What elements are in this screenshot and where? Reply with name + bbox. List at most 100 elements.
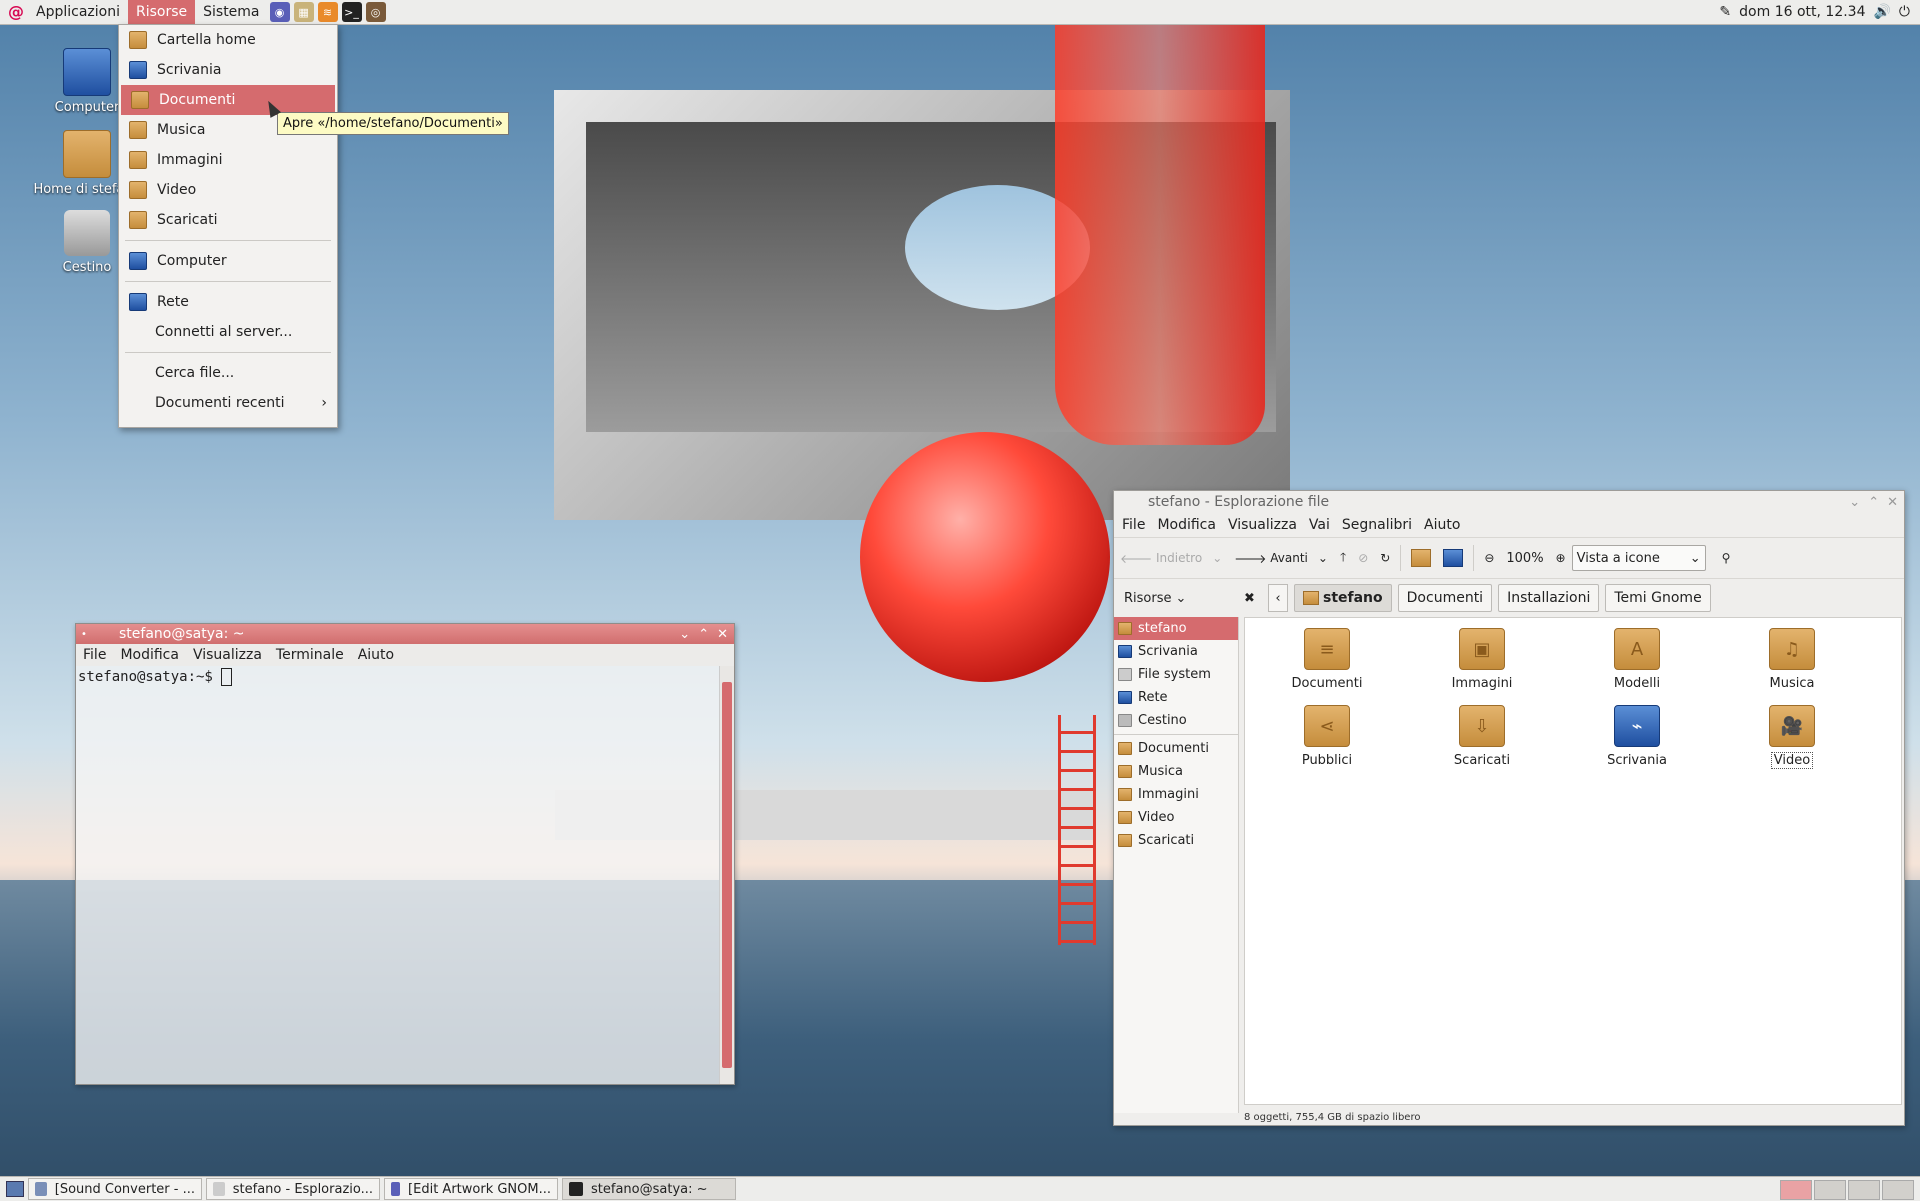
sidebar-item-scrivania[interactable]: Scrivania xyxy=(1114,640,1238,663)
file-item-label: Scaricati xyxy=(1453,753,1511,768)
menu-terminale[interactable]: Terminale xyxy=(269,647,351,663)
launcher-calendar-icon[interactable]: ▦ xyxy=(293,2,314,22)
file-item-immagini[interactable]: ▣ Immagini xyxy=(1427,628,1537,691)
file-icon-view[interactable]: ≡ Documenti ▣ Immagini A Modelli ♫ Musica ⋖ P… xyxy=(1244,617,1902,1105)
stop-button[interactable]: ⊘ xyxy=(1352,544,1374,572)
menu-segnalibri[interactable]: Segnalibri xyxy=(1336,517,1418,533)
terminal-titlebar[interactable]: • stefano@satya: ~ ⌄ ⌃ ✕ xyxy=(76,624,734,644)
sidebar-item-cestino[interactable]: Cestino xyxy=(1114,709,1238,732)
file-item-scaricati[interactable]: ⇩ Scaricati xyxy=(1427,705,1537,768)
forward-button[interactable]: 🡒 Avanti ⌄ xyxy=(1228,544,1334,572)
launcher-terminal-icon[interactable]: >_ xyxy=(341,2,362,22)
breadcrumb-temi-gnome[interactable]: Temi Gnome xyxy=(1605,584,1711,612)
menu-modifica[interactable]: Modifica xyxy=(1151,517,1222,533)
menu-visualizza[interactable]: Visualizza xyxy=(186,647,269,663)
network-icon[interactable]: ✎ xyxy=(1719,4,1731,20)
menu-item-video[interactable]: Video xyxy=(119,175,337,205)
sidebar-item-musica[interactable]: Musica xyxy=(1114,760,1238,783)
menu-vai[interactable]: Vai xyxy=(1303,517,1336,533)
workspace-1[interactable] xyxy=(1780,1180,1812,1200)
menu-item-computer[interactable]: Computer xyxy=(119,246,337,276)
file-manager-titlebar[interactable]: stefano - Esplorazione file ⌄ ⌃ ✕ xyxy=(1114,491,1904,513)
show-desktop-icon[interactable] xyxy=(6,1181,24,1197)
launcher-screenshot-icon[interactable]: ◎ xyxy=(365,2,386,22)
sidebar-item-stefano[interactable]: stefano xyxy=(1114,617,1238,640)
menu-item-documenti-recenti[interactable]: Documenti recenti › xyxy=(119,388,337,418)
launcher-browser-icon[interactable]: ◉ xyxy=(269,2,290,22)
sidebar-item-immagini[interactable]: Immagini xyxy=(1114,783,1238,806)
up-button[interactable]: 🡑 xyxy=(1334,544,1352,572)
workspace-4[interactable] xyxy=(1882,1180,1914,1200)
maximize-button[interactable]: ⌃ xyxy=(698,627,709,642)
file-item-pubblici[interactable]: ⋖ Pubblici xyxy=(1272,705,1382,768)
minimize-button[interactable]: ⌄ xyxy=(679,627,690,642)
sidebar-item-video[interactable]: Video xyxy=(1114,806,1238,829)
workspace-3[interactable] xyxy=(1848,1180,1880,1200)
window-menu-icon[interactable]: • xyxy=(81,629,97,640)
taskbar-item-sound-converter[interactable]: [Sound Converter - ... xyxy=(28,1178,202,1200)
sidebar-selector[interactable]: Risorse ⌄ xyxy=(1114,591,1244,606)
menu-item-cerca-file[interactable]: Cerca file... xyxy=(119,358,337,388)
file-item-documenti[interactable]: ≡ Documenti xyxy=(1272,628,1382,691)
breadcrumb-stefano[interactable]: stefano xyxy=(1294,584,1392,612)
taskbar-item-terminal[interactable]: stefano@satya: ~ xyxy=(562,1178,736,1200)
menu-file[interactable]: File xyxy=(76,647,113,663)
menu-item-connetti-server[interactable]: Connetti al server... xyxy=(119,317,337,347)
power-icon[interactable]: ⏻ xyxy=(1899,4,1910,20)
zoom-in-button[interactable]: ⊕ xyxy=(1550,544,1572,572)
menu-item-rete[interactable]: Rete xyxy=(119,287,337,317)
terminal-output[interactable]: stefano@satya:~$ xyxy=(76,666,720,1084)
taskbar-item-file-manager[interactable]: stefano - Esplorazio... xyxy=(206,1178,380,1200)
close-button[interactable]: ✕ xyxy=(717,627,728,642)
menu-modifica[interactable]: Modifica xyxy=(113,647,186,663)
sidebar-close-button[interactable]: ✖ xyxy=(1244,591,1268,606)
launcher-rss-icon[interactable]: ≋ xyxy=(317,2,338,22)
home-button[interactable] xyxy=(1405,544,1437,572)
file-manager-icon xyxy=(213,1182,225,1196)
menu-item-documenti[interactable]: Documenti xyxy=(121,85,335,115)
sidebar-item-rete[interactable]: Rete xyxy=(1114,686,1238,709)
computer-button[interactable] xyxy=(1437,544,1469,572)
close-button[interactable]: ✕ xyxy=(1887,495,1898,510)
menu-item-scrivania[interactable]: Scrivania xyxy=(119,55,337,85)
sidebar-item-documenti[interactable]: Documenti xyxy=(1114,737,1238,760)
menu-aiuto[interactable]: Aiuto xyxy=(1418,517,1466,533)
menu-visualizza[interactable]: Visualizza xyxy=(1222,517,1303,533)
menu-item-immagini[interactable]: Immagini xyxy=(119,145,337,175)
volume-icon[interactable]: 🔊 xyxy=(1873,4,1890,20)
home-icon xyxy=(1118,622,1132,635)
file-item-musica[interactable]: ♫ Musica xyxy=(1737,628,1847,691)
clock[interactable]: dom 16 ott, 12.34 xyxy=(1739,4,1865,20)
zoom-out-button[interactable]: ⊖ xyxy=(1478,544,1500,572)
breadcrumb-left-button[interactable]: ‹ xyxy=(1268,584,1288,612)
menu-file[interactable]: File xyxy=(1116,517,1151,533)
panel-tray: ✎ dom 16 ott, 12.34 🔊 ⏻ xyxy=(1719,0,1920,24)
view-mode-select[interactable]: Vista a icone ⌄ xyxy=(1571,545,1706,571)
menu-risorse[interactable]: Risorse xyxy=(127,0,196,24)
breadcrumb-documenti[interactable]: Documenti xyxy=(1397,584,1493,612)
maximize-button[interactable]: ⌃ xyxy=(1868,495,1879,510)
menu-applicazioni[interactable]: Applicazioni xyxy=(28,0,128,24)
menu-item-cartella-home[interactable]: Cartella home xyxy=(119,25,337,55)
minimize-button[interactable]: ⌄ xyxy=(1849,495,1860,510)
search-button[interactable]: ⚲ xyxy=(1716,544,1737,572)
terminal-scrollbar[interactable] xyxy=(719,666,734,1084)
workspace-2[interactable] xyxy=(1814,1180,1846,1200)
debian-logo-icon[interactable]: @ xyxy=(8,4,24,20)
sidebar-item-scaricati[interactable]: Scaricati xyxy=(1114,829,1238,852)
back-button[interactable]: 🡐 Indietro ⌄ xyxy=(1114,544,1228,572)
sidebar-item-file-system[interactable]: File system xyxy=(1114,663,1238,686)
menu-aiuto[interactable]: Aiuto xyxy=(351,647,401,663)
zoom-level[interactable]: 100% xyxy=(1500,544,1549,572)
menu-item-scaricati[interactable]: Scaricati xyxy=(119,205,337,235)
taskbar-item-browser[interactable]: [Edit Artwork GNOM... xyxy=(384,1178,558,1200)
file-item-label: Scrivania xyxy=(1607,753,1667,768)
file-item-scrivania[interactable]: ⌁ Scrivania xyxy=(1582,705,1692,768)
file-item-modelli[interactable]: A Modelli xyxy=(1582,628,1692,691)
reload-button[interactable]: ↻ xyxy=(1374,544,1396,572)
menu-sistema[interactable]: Sistema xyxy=(195,0,267,24)
scrollbar-thumb[interactable] xyxy=(722,682,732,1068)
breadcrumb-installazioni[interactable]: Installazioni xyxy=(1498,584,1600,612)
menu-item-label: Documenti recenti xyxy=(155,395,285,411)
file-item-video[interactable]: 🎥 Video xyxy=(1737,705,1847,769)
